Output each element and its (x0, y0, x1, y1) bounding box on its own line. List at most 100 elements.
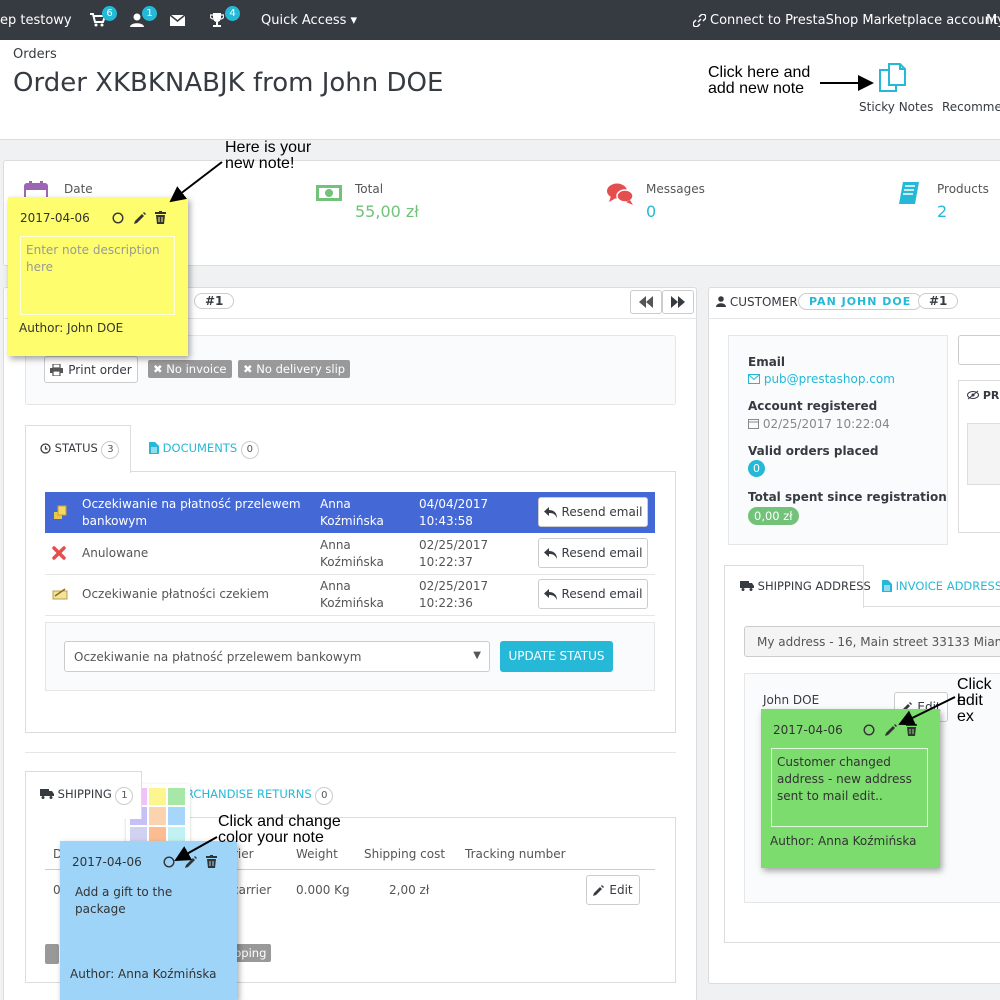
sticky-note-green[interactable]: 2017-04-06 Customer changed address - ne… (761, 709, 940, 868)
color-picker-icon[interactable] (112, 212, 124, 224)
color-picker-icon[interactable] (163, 856, 175, 868)
print-order-button[interactable]: Print order (44, 356, 138, 383)
customer-side-input[interactable] (958, 335, 1000, 365)
next-order-button[interactable] (662, 290, 694, 314)
resend-email-button[interactable]: Resend email (538, 538, 648, 568)
customers-count-badge: 1 (142, 6, 157, 21)
history-status: Anulowane (82, 546, 149, 560)
private-note-textarea[interactable] (967, 423, 1000, 485)
pencil-icon (593, 884, 605, 896)
kpi-messages-value[interactable]: 0 (646, 202, 656, 221)
private-note-header: PRI (967, 389, 1000, 402)
note-description[interactable]: Add a gift to the package (70, 879, 190, 939)
order-status-select[interactable]: Oczekiwanie na płatność przelewem bankow… (64, 641, 490, 672)
update-status-button[interactable]: UPDATE STATUS (500, 641, 613, 672)
recommended-button[interactable]: Recommen (942, 100, 1000, 114)
kpi-products-value[interactable]: 2 (937, 202, 947, 221)
customer-number-badge: #1 (918, 293, 959, 309)
customer-email: pub@prestashop.com (763, 372, 895, 386)
customer-header-text: CUSTOMER (729, 295, 798, 309)
sticky-note-blue[interactable]: 2017-04-06 Add a gift to the package Aut… (60, 841, 237, 1000)
address-select[interactable]: My address - 16, Main street 33133 Miami… (744, 626, 1000, 657)
annotation-new-note-line1: Here is your (225, 139, 312, 156)
pencil-icon[interactable] (185, 856, 197, 868)
email-label: Email (748, 355, 786, 369)
shipping-tag-left (45, 944, 59, 964)
caret-down-icon: ▼ (473, 650, 481, 661)
tab-documents-count: 0 (240, 441, 259, 459)
customer-header: CUSTOMER (716, 295, 798, 309)
resend-email-button[interactable]: Resend email (538, 497, 648, 527)
trash-icon[interactable] (206, 855, 217, 868)
total-spent-badge: 0,00 zł (748, 507, 799, 525)
tab-returns-text: RCHANDISE RETURNS (186, 787, 312, 801)
marketplace-connect-link[interactable]: Connect to PrestaShop Marketplace accoun… (710, 13, 998, 28)
my-account-link[interactable]: My (986, 13, 1000, 28)
customer-name-link[interactable]: PAN JOHN DOE (798, 293, 923, 310)
tab-shipping-text: SHIPPING (57, 787, 112, 801)
order-number-badge: #1 (194, 293, 235, 309)
edit-shipping-button[interactable]: Edit (586, 875, 640, 905)
annotation-add-note-line1: Click here and (708, 64, 811, 81)
sticky-notes-button[interactable]: Sticky Notes (859, 100, 933, 114)
history-date: 02/25/2017 (419, 538, 489, 552)
private-note-title: PRI (982, 389, 1000, 402)
tab-status-count: 3 (101, 441, 120, 459)
cheque-icon (52, 588, 68, 600)
tab-invoice-address[interactable]: INVOICE ADDRESS (882, 579, 1000, 593)
note-date: 2017-04-06 (773, 723, 843, 737)
tab-merchandise-returns[interactable]: RCHANDISE RETURNS 0 (186, 787, 334, 805)
history-employee-cont: Koźmińska (320, 596, 384, 610)
trash-icon[interactable] (906, 723, 917, 736)
quick-access-menu[interactable]: Quick Access ▾ (261, 13, 357, 28)
reply-icon (543, 547, 557, 559)
forward-icon (671, 296, 685, 308)
history-employee: Anna (320, 538, 351, 552)
trophy-icon[interactable] (210, 13, 224, 28)
valid-orders-badge: 0 (748, 460, 765, 477)
trash-icon[interactable] (155, 211, 166, 224)
kpi-messages-label: Messages (646, 182, 705, 196)
tab-returns-count: 0 (315, 787, 334, 805)
section-divider (25, 752, 676, 753)
palette-swatch[interactable] (149, 807, 166, 825)
palette-swatch[interactable] (168, 788, 185, 806)
color-picker-icon[interactable] (863, 724, 875, 736)
pencil-icon[interactable] (134, 212, 146, 224)
print-icon (50, 363, 64, 376)
note-description[interactable]: Customer changed address - new address s… (771, 748, 928, 827)
quick-access-label: Quick Access (261, 13, 347, 28)
history-row-divider (45, 615, 655, 616)
customer-email-link[interactable]: pub@prestashop.com (748, 372, 895, 386)
palette-swatch[interactable] (149, 788, 166, 806)
order-status-select-value: Oczekiwanie na płatność przelewem bankow… (74, 650, 362, 664)
tab-shipping-address-text: SHIPPING ADDRESS (757, 579, 871, 593)
messages-icon (606, 182, 634, 206)
shop-name-link[interactable]: ep testowy (0, 13, 72, 28)
envelope-icon[interactable] (170, 15, 185, 26)
bank-transfer-icon (52, 504, 68, 520)
resend-email-label: Resend email (561, 505, 643, 519)
annotation-edit-line2: edit ex (957, 692, 983, 725)
shipping-col-tracking: Tracking number (465, 847, 566, 861)
palette-swatch[interactable] (168, 807, 185, 825)
panel-divider (708, 318, 1000, 319)
history-status: Oczekiwanie na płatność przelewem (82, 497, 301, 511)
note-description-input[interactable]: Enter note description here (20, 236, 175, 315)
sticky-notes-icon[interactable] (877, 62, 909, 94)
history-employee-cont: Koźmińska (320, 514, 384, 528)
trophy-count-badge: 4 (225, 6, 240, 21)
previous-order-button[interactable] (630, 290, 662, 314)
pencil-icon[interactable] (885, 724, 897, 736)
history-employee: Anna (320, 497, 351, 511)
resend-email-button[interactable]: Resend email (538, 579, 648, 609)
history-time: 10:22:36 (419, 596, 473, 610)
breadcrumb[interactable]: Orders (13, 47, 57, 62)
tab-documents[interactable]: DOCUMENTS 0 (149, 441, 259, 459)
sticky-note-yellow[interactable]: 2017-04-06 Enter note description here A… (8, 197, 188, 356)
registered-value: 02/25/2017 10:22:04 (748, 417, 890, 431)
print-order-label: Print order (68, 362, 132, 377)
annotation-change-color-line1: Click and change (218, 813, 341, 830)
eye-slash-icon (967, 390, 979, 400)
annotation-add-note-line2: add new note (708, 80, 805, 97)
